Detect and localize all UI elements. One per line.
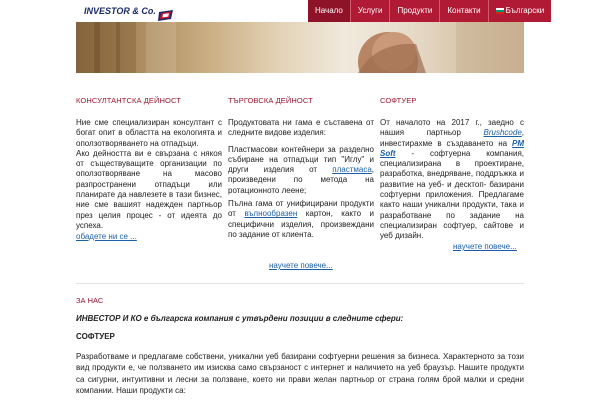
company-logo[interactable]: INVESTOR & Co. xyxy=(84,3,174,21)
nav-services[interactable]: Услуги xyxy=(349,0,390,22)
plastic-link[interactable]: пластмаса xyxy=(332,165,372,174)
software-title: СОФТУЕР xyxy=(380,96,417,105)
about-title: ЗА НАС xyxy=(76,296,104,305)
main-nav: Начало Услуги Продукти Контакти Българск… xyxy=(308,0,552,22)
consulting-paragraph-2: Ако дейността ви е свързана с някоя от с… xyxy=(76,148,222,230)
nav-home[interactable]: Начало xyxy=(308,0,350,22)
software-text-c: - софтуерна компания, специализирана в п… xyxy=(380,148,524,241)
trade-column: ТЪРГОВСКА ДЕЙНОСТ Продуктовата ни гама е… xyxy=(228,96,374,240)
consulting-call-link[interactable]: обадете ни се ... xyxy=(76,232,137,241)
trade-title: ТЪРГОВСКА ДЕЙНОСТ xyxy=(228,96,313,105)
trade-paragraph-2: Пластмасови контейнери за разделно събир… xyxy=(228,145,374,196)
about-software-body: Разработваме и предлагаме собствени, уни… xyxy=(76,351,524,396)
hero-photo-image xyxy=(76,22,524,73)
flag-bg-icon xyxy=(495,8,504,14)
software-paragraph: От началото на 2017 г., заедно с нашия п… xyxy=(380,118,524,242)
section-divider xyxy=(76,283,524,284)
about-intro: ИНВЕСТОР И КО е българска компания с утв… xyxy=(76,314,404,323)
consulting-title: КОНСУЛТАНТСКА ДЕЙНОСТ xyxy=(76,96,181,105)
nav-contacts[interactable]: Контакти xyxy=(439,0,488,22)
logo-text: INVESTOR & Co. xyxy=(84,6,156,16)
trade-paragraph-3: Пълна гама от унифицирани продукти от въ… xyxy=(228,199,374,240)
consulting-column: КОНСУЛТАНТСКА ДЕЙНОСТ Ние сме специализи… xyxy=(76,96,222,231)
trade-more-link[interactable]: научете повече... xyxy=(269,261,333,270)
corrugated-link[interactable]: вълнообразен xyxy=(244,209,297,218)
about-software-heading: СОФТУЕР xyxy=(76,332,115,342)
software-column: СОФТУЕР От началото на 2017 г., заедно с… xyxy=(380,96,524,242)
hero-banner xyxy=(76,22,524,73)
logo-mark-icon xyxy=(157,6,174,21)
consulting-paragraph-1: Ние сме специализиран консултант с богат… xyxy=(76,118,222,148)
nav-products[interactable]: Продукти xyxy=(389,0,440,22)
trade-paragraph-1: Продуктовата ни гама е съставена от след… xyxy=(228,118,374,138)
brushcode-link[interactable]: Brushcode xyxy=(484,128,522,137)
top-bar: INVESTOR & Co. Начало Услуги Продукти Ко… xyxy=(0,0,600,22)
language-label: Български xyxy=(505,6,545,15)
software-more-link[interactable]: научете повече... xyxy=(453,242,517,251)
nav-language-bg[interactable]: Български xyxy=(487,0,552,22)
about-section: ЗА НАС ИНВЕСТОР И КО е българска компани… xyxy=(76,296,524,396)
